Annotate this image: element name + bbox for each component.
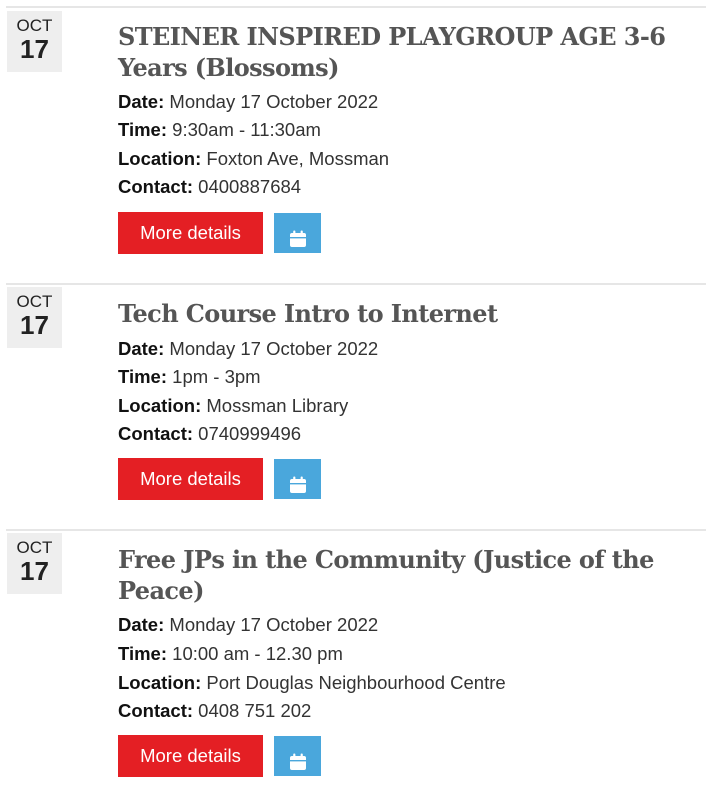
more-details-button[interactable]: More details [118, 458, 263, 500]
date-label: Date: [118, 338, 165, 359]
event-time-line: Time: 1pm - 3pm [118, 366, 261, 388]
date-badge: OCT 17 [7, 287, 62, 348]
contact-value: 0740999496 [198, 423, 302, 444]
event-title[interactable]: Free JPs in the Community (Justice of th… [118, 544, 703, 606]
event-divider [6, 529, 706, 531]
event-contact-line: Contact: 0408 751 202 [118, 700, 311, 722]
event-item: OCT 17 Free JPs in the Community (Justic… [0, 529, 710, 792]
calendar-icon [289, 476, 306, 493]
add-to-calendar-button[interactable] [274, 213, 321, 253]
date-day: 17 [20, 34, 49, 64]
event-date-line: Date: Monday 17 October 2022 [118, 338, 378, 360]
event-date-line: Date: Monday 17 October 2022 [118, 91, 378, 113]
calendar-icon [289, 230, 306, 247]
event-item: OCT 17 STEINER INSPIRED PLAYGROUP AGE 3-… [0, 6, 710, 276]
location-value: Port Douglas Neighbourhood Centre [206, 672, 506, 693]
event-title[interactable]: STEINER INSPIRED PLAYGROUP AGE 3-6 Years… [118, 21, 703, 83]
location-value: Mossman Library [206, 395, 349, 416]
date-month: OCT [16, 538, 53, 557]
calendar-icon [289, 753, 306, 770]
time-label: Time: [118, 643, 168, 664]
date-value: Monday 17 October 2022 [169, 338, 379, 359]
event-location-line: Location: Port Douglas Neighbourhood Cen… [118, 672, 506, 694]
event-divider [6, 6, 706, 8]
contact-label: Contact: [118, 700, 194, 721]
contact-value: 0408 751 202 [198, 700, 312, 721]
date-label: Date: [118, 614, 165, 635]
event-contact-line: Contact: 0740999496 [118, 423, 301, 445]
event-divider [6, 283, 706, 285]
more-details-button[interactable]: More details [118, 735, 263, 777]
date-month: OCT [16, 16, 53, 35]
location-label: Location: [118, 395, 202, 416]
contact-value: 0400887684 [198, 176, 302, 197]
time-value: 9:30am - 11:30am [172, 119, 321, 140]
more-details-button[interactable]: More details [118, 212, 263, 254]
event-location-line: Location: Mossman Library [118, 395, 348, 417]
time-label: Time: [118, 119, 168, 140]
date-day: 17 [20, 310, 49, 340]
date-value: Monday 17 October 2022 [169, 614, 379, 635]
time-label: Time: [118, 366, 168, 387]
event-title[interactable]: Tech Course Intro to Internet [118, 298, 703, 329]
date-day: 17 [20, 556, 49, 586]
location-label: Location: [118, 672, 202, 693]
event-time-line: Time: 9:30am - 11:30am [118, 119, 321, 141]
time-value: 10:00 am - 12.30 pm [172, 643, 343, 664]
contact-label: Contact: [118, 423, 194, 444]
event-contact-line: Contact: 0400887684 [118, 176, 301, 198]
event-date-line: Date: Monday 17 October 2022 [118, 614, 378, 636]
date-label: Date: [118, 91, 165, 112]
event-time-line: Time: 10:00 am - 12.30 pm [118, 643, 343, 665]
location-value: Foxton Ave, Mossman [206, 148, 390, 169]
date-badge: OCT 17 [7, 533, 62, 594]
event-item: OCT 17 Tech Course Intro to Internet Dat… [0, 283, 710, 523]
location-label: Location: [118, 148, 202, 169]
add-to-calendar-button[interactable] [274, 736, 321, 776]
add-to-calendar-button[interactable] [274, 459, 321, 499]
date-value: Monday 17 October 2022 [169, 91, 379, 112]
contact-label: Contact: [118, 176, 194, 197]
date-badge: OCT 17 [7, 11, 62, 72]
time-value: 1pm - 3pm [172, 366, 261, 387]
event-location-line: Location: Foxton Ave, Mossman [118, 148, 389, 170]
date-month: OCT [16, 292, 53, 311]
